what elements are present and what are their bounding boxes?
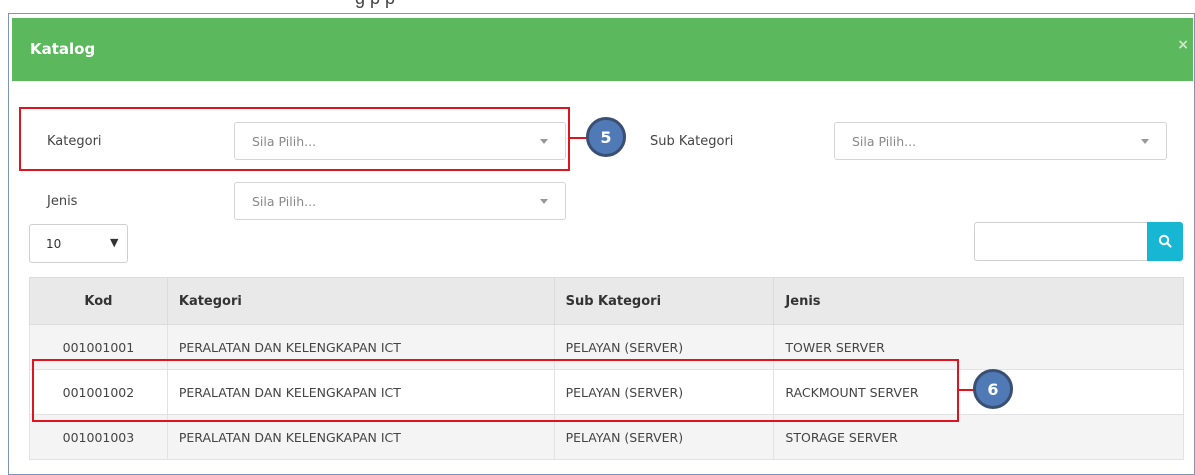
highlight-box-row [32,359,959,422]
highlight-box-kategori [19,107,570,171]
column-header-jenis[interactable]: Jenis [773,277,1184,325]
search-button[interactable] [1147,222,1183,261]
search-input[interactable] [974,222,1148,261]
jenis-label: Jenis [47,194,78,209]
jenis-placeholder: Sila Pilih... [252,194,317,209]
search-icon [1158,234,1172,248]
callout-connector-6 [958,389,974,391]
background-page-text: g p p [355,0,395,9]
table-header-row: Kod Kategori Sub Kategori Jenis [29,277,1184,325]
chevron-down-icon [540,199,548,204]
sub-kategori-placeholder: Sila Pilih... [852,134,917,149]
jenis-select[interactable]: Sila Pilih... [234,182,566,220]
callout-badge-6: 6 [973,369,1013,409]
column-header-kod[interactable]: Kod [29,277,168,325]
sub-kategori-label: Sub Kategori [650,134,734,149]
dropdown-arrow-icon: ▼ [110,236,119,249]
modal-header: Katalog × [12,18,1193,81]
chevron-down-icon [1141,139,1149,144]
column-header-sub-kategori[interactable]: Sub Kategori [553,277,775,325]
close-icon[interactable]: × [1177,37,1189,53]
sub-kategori-select[interactable]: Sila Pilih... [834,122,1167,160]
page-length-value: 10 [46,237,62,251]
callout-badge-5: 5 [586,117,626,157]
callout-connector-5 [569,137,587,139]
modal-title: Katalog [30,40,96,58]
page-length-select[interactable]: 10 ▼ [29,224,128,263]
column-header-kategori[interactable]: Kategori [166,277,555,325]
